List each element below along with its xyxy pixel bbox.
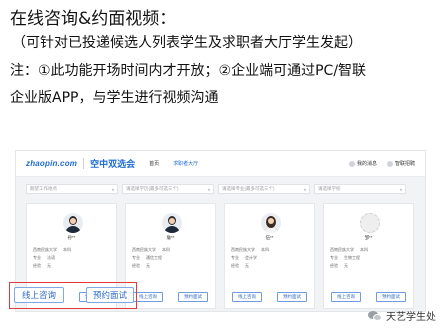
note: 注：①此功能开场时间内才开放；②企业端可通过PC/智联 企业版APP，与学生进行… bbox=[10, 58, 440, 112]
candidate-school: 西南民族大学 bbox=[33, 247, 57, 252]
online-consult-button[interactable]: 线上咨询 bbox=[232, 292, 262, 302]
major-label: 专业 bbox=[33, 255, 41, 260]
watermark: 天艺学生处 bbox=[368, 308, 436, 323]
nav-right: 我的消息 智联招聘 bbox=[348, 160, 415, 167]
filter-school[interactable]: 请选择学校 ▾ bbox=[314, 184, 406, 194]
candidate-exp: 无 bbox=[146, 263, 150, 268]
avatar bbox=[360, 213, 380, 233]
wechat-icon bbox=[368, 310, 382, 322]
candidate-card[interactable]: 邹** 西南民族大学 本科 专业 生物工程 经验 无 线上咨询 预约面试 bbox=[323, 203, 414, 309]
messages-label: 我的消息 bbox=[356, 161, 377, 167]
avatar-icon bbox=[386, 160, 393, 167]
logo-divider bbox=[83, 158, 85, 169]
filter-degree[interactable]: 请选择学历(最多可选三个) ▾ bbox=[122, 184, 214, 194]
chevron-down-icon: ▾ bbox=[303, 186, 306, 192]
filter-major[interactable]: 请选择专业(最多可选三个) ▾ bbox=[218, 184, 310, 194]
message-icon bbox=[348, 160, 355, 167]
chevron-down-icon: ▾ bbox=[111, 186, 114, 192]
highlighted-online-consult-button[interactable]: 线上咨询 bbox=[14, 287, 64, 303]
candidate-info: 西南民族大学 本科 专业 生物工程 经验 无 bbox=[330, 246, 410, 270]
candidate-major: 生物工程 bbox=[344, 255, 360, 260]
candidate-card[interactable]: 伍** 西南民族大学 本科 专业 会计学 经验 无 线上咨询 预约面试 bbox=[224, 203, 315, 309]
candidate-school: 西南民族大学 bbox=[132, 247, 156, 252]
filter-degree-placeholder: 请选择学历(最多可选三个) bbox=[126, 186, 179, 191]
exp-label: 经验 bbox=[132, 263, 140, 268]
candidate-major: 法语 bbox=[47, 255, 55, 260]
exp-label: 经验 bbox=[231, 263, 239, 268]
major-label: 专业 bbox=[330, 255, 338, 260]
nav-link-home[interactable]: 首页 bbox=[149, 160, 159, 167]
candidate-info: 西南民族大学 本科 专业 会计学 经验 无 bbox=[231, 246, 311, 270]
nav-link-candidate-hall[interactable]: 求职者大厅 bbox=[173, 160, 198, 167]
candidate-exp: 无 bbox=[47, 263, 51, 268]
candidate-school: 西南民族大学 bbox=[330, 247, 354, 252]
candidate-info: 西南民族大学 本科 专业 通信工程 经验 无 bbox=[132, 246, 212, 270]
filter-location[interactable]: 期望工作地点 ▾ bbox=[26, 184, 118, 194]
online-consult-button[interactable]: 线上咨询 bbox=[331, 292, 361, 302]
page-title: 在线咨询&约面视频： bbox=[10, 9, 177, 29]
avatar bbox=[63, 213, 83, 233]
highlighted-schedule-interview-button[interactable]: 预约面试 bbox=[86, 287, 134, 303]
schedule-interview-button[interactable]: 预约面试 bbox=[277, 292, 307, 302]
online-consult-button[interactable]: 线上咨询 bbox=[133, 292, 163, 302]
candidate-name: 伍** bbox=[265, 235, 274, 240]
watermark-text: 天艺学生处 bbox=[386, 312, 436, 323]
filter-bar: 期望工作地点 ▾ 请选择学历(最多可选三个) ▾ 请选择专业(最多可选三个) ▾ 请选… bbox=[26, 184, 406, 194]
schedule-interview-button[interactable]: 预约面试 bbox=[376, 292, 406, 302]
avatar bbox=[162, 213, 182, 233]
candidate-name: 詹** bbox=[166, 235, 175, 240]
note-line-1: 注：①此功能开场时间内才开放；②企业端可通过PC/智联 bbox=[10, 63, 367, 79]
candidate-card[interactable]: 詹** 西南民族大学 本科 专业 通信工程 经验 无 线上咨询 预约面试 bbox=[125, 203, 216, 309]
brand-title: 空中双选会 bbox=[90, 159, 136, 169]
major-label: 专业 bbox=[132, 255, 140, 260]
page-subtitle: （可针对已投递候选人列表学生及求职者大厅学生发起） bbox=[12, 35, 362, 51]
avatar bbox=[261, 213, 281, 233]
candidate-major: 会计学 bbox=[245, 255, 257, 260]
filter-school-placeholder: 请选择学校 bbox=[318, 186, 341, 191]
candidate-major: 通信工程 bbox=[146, 255, 162, 260]
chevron-down-icon: ▾ bbox=[207, 186, 210, 192]
filter-location-placeholder: 期望工作地点 bbox=[30, 186, 57, 191]
schedule-interview-button[interactable]: 预约面试 bbox=[178, 292, 208, 302]
account-label: 智联招聘 bbox=[394, 161, 415, 167]
exp-label: 经验 bbox=[33, 263, 41, 268]
top-nav: zhaopin.com 空中双选会 首页 求职者大厅 我的消息 智联招聘 bbox=[16, 151, 425, 177]
candidate-degree: 本科 bbox=[360, 247, 368, 252]
candidate-exp: 无 bbox=[245, 263, 249, 268]
major-label: 专业 bbox=[231, 255, 239, 260]
candidate-name: 孙** bbox=[67, 235, 76, 240]
candidate-degree: 本科 bbox=[261, 247, 269, 252]
heading-block: 在线咨询&约面视频： （可针对已投递候选人列表学生及求职者大厅学生发起） 注：①… bbox=[10, 6, 440, 112]
account-link[interactable]: 智联招聘 bbox=[386, 160, 415, 167]
filter-major-placeholder: 请选择专业(最多可选三个) bbox=[222, 186, 275, 191]
candidate-degree: 本科 bbox=[162, 247, 170, 252]
note-line-2: 企业版APP，与学生进行视频沟通 bbox=[10, 90, 219, 106]
candidate-name: 邹** bbox=[364, 235, 373, 240]
candidate-exp: 无 bbox=[344, 263, 348, 268]
exp-label: 经验 bbox=[330, 263, 338, 268]
messages-link[interactable]: 我的消息 bbox=[348, 160, 377, 167]
candidate-school: 西南民族大学 bbox=[231, 247, 255, 252]
candidate-degree: 本科 bbox=[63, 247, 71, 252]
chevron-down-icon: ▾ bbox=[399, 186, 402, 192]
zhaopin-logo[interactable]: zhaopin.com bbox=[26, 159, 77, 168]
candidate-info: 西南民族大学 本科 专业 法语 经验 无 bbox=[33, 246, 113, 270]
